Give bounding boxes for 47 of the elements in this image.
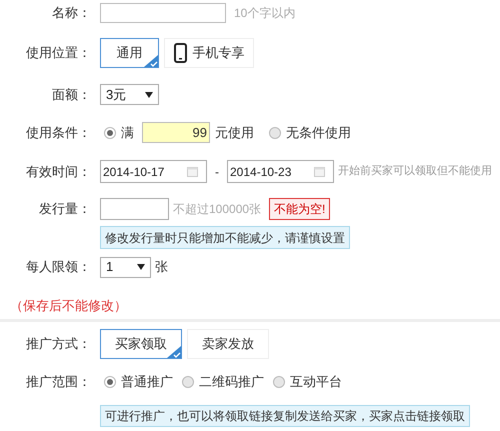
radio-label: 二维码推广: [199, 373, 264, 392]
date-field[interactable]: 2014-10-17: [100, 160, 207, 183]
dropdown[interactable]: 1: [100, 256, 151, 278]
field-label: 推广范围：: [26, 373, 91, 392]
hint-text: 开始前买家可以领取但不能使用: [338, 164, 492, 180]
hint-text: 10个字以内: [234, 5, 296, 22]
calendar-icon: [314, 166, 325, 177]
radio-label: 普通推广: [121, 373, 173, 392]
field-label: 发行量：: [39, 200, 91, 218]
radio-button[interactable]: [269, 126, 281, 138]
unit-text: 元使用: [215, 124, 254, 142]
field-label: 名称：: [52, 4, 91, 22]
dropdown[interactable]: 3元: [100, 84, 159, 105]
radio-label: 互动平台: [290, 373, 342, 392]
option-button[interactable]: 通用: [100, 38, 159, 68]
field-label: 有效时间：: [26, 162, 91, 181]
notice-message: 修改发行量时只能增加不能减少，请谨慎设置: [100, 226, 350, 249]
name-field[interactable]: [100, 3, 226, 23]
radio-button[interactable]: [273, 376, 285, 388]
unit-text: 张: [155, 258, 168, 276]
hint-text: 不超过100000张: [173, 201, 262, 218]
date-field[interactable]: 2014-10-23: [227, 160, 334, 183]
field-label: 面额：: [52, 86, 91, 104]
option-button[interactable]: 手机专享: [164, 38, 254, 68]
option-button[interactable]: 买家领取: [100, 329, 182, 359]
check-corner-icon: [144, 55, 158, 67]
notice-message: 可进行推广，也可以将领取链接复制发送给买家，买家点击链接领取: [100, 405, 470, 427]
field-label: 使用条件：: [26, 124, 91, 142]
check-corner-icon: [167, 346, 181, 358]
radio-button[interactable]: [104, 376, 116, 388]
radio-button[interactable]: [182, 376, 194, 388]
calendar-icon: [187, 166, 198, 177]
error-message: 不能为空!: [269, 198, 330, 220]
radio-label: 满: [121, 124, 134, 142]
amount-field[interactable]: 99: [142, 122, 210, 143]
caret-icon: [137, 264, 145, 270]
quantity-field[interactable]: [100, 198, 169, 220]
option-button[interactable]: 卖家发放: [187, 329, 269, 359]
caret-icon: [145, 92, 153, 98]
field-label: 推广方式：: [26, 335, 91, 354]
warning-text: （保存后不能修改）: [10, 297, 127, 312]
field-label: 每人限领：: [26, 258, 91, 276]
field-label: 使用位置：: [26, 44, 91, 62]
range-separator: -: [215, 164, 219, 180]
radio-label: 无条件使用: [286, 124, 351, 142]
phone-icon: [174, 43, 186, 63]
radio-button[interactable]: [104, 126, 116, 138]
